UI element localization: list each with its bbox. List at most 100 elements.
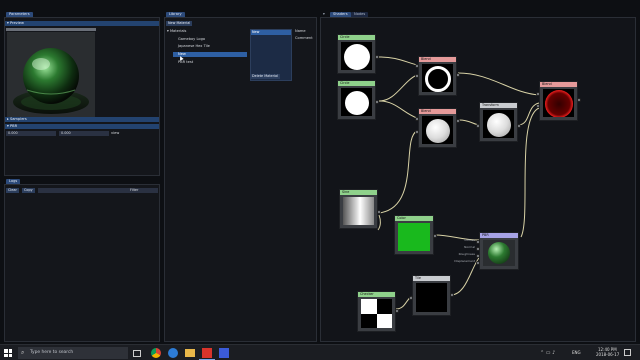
app-red-icon[interactable] — [202, 348, 212, 358]
normal-input-pin[interactable] — [476, 247, 480, 251]
material-preview-image — [7, 32, 95, 118]
node-title: Checker — [358, 292, 395, 297]
transform-node[interactable]: Transform — [476, 102, 521, 142]
node-title: Sine — [340, 190, 377, 195]
pbr-node[interactable]: PBR — [476, 232, 519, 270]
input-pin[interactable] — [476, 124, 480, 128]
name-label: Name — [295, 29, 306, 33]
ring-preview — [425, 66, 451, 92]
input-pin[interactable] — [415, 117, 419, 121]
comment-label: Comment — [295, 36, 313, 40]
output-pin[interactable] — [450, 293, 454, 297]
blend-output-node[interactable]: Blend — [536, 81, 581, 121]
preview-scrollbar[interactable] — [6, 28, 96, 31]
shaded-sphere-preview — [426, 119, 450, 143]
logs-copy-button[interactable]: Copy — [22, 188, 35, 193]
roughness-input-pin[interactable] — [476, 254, 480, 258]
param-value-b[interactable]: 0.000 — [59, 131, 109, 136]
blend-node-2[interactable]: Blend — [415, 108, 460, 148]
logs-filter-input[interactable]: Filter — [38, 188, 158, 193]
node-preview — [422, 116, 453, 144]
file-explorer-icon[interactable] — [185, 349, 195, 357]
checker-cell — [376, 299, 392, 314]
diffuse-input-pin[interactable] — [476, 240, 480, 244]
logs-clear-button[interactable]: Clear — [6, 188, 19, 193]
node-preview — [483, 110, 514, 138]
output-pin[interactable] — [375, 100, 379, 104]
pin-label-normal: Normal — [464, 245, 475, 249]
samplers-header[interactable]: ▸ Samplers — [5, 117, 159, 122]
pin-label-diffuse: Diffuse — [464, 238, 475, 242]
start-tile — [4, 353, 8, 357]
preview-header[interactable]: ▾ Preview — [5, 21, 159, 26]
node-title: Tile — [413, 276, 450, 281]
circle-node-1[interactable]: Circle — [337, 34, 379, 74]
windows-start-icon[interactable] — [4, 349, 12, 357]
clock-date[interactable]: 2018-06-17 — [596, 352, 619, 357]
tile-node[interactable]: Tile — [409, 275, 454, 316]
node-title: Blend — [419, 57, 456, 62]
start-tile — [4, 349, 8, 353]
notifications-icon[interactable] — [624, 349, 631, 356]
checker-cell — [361, 313, 377, 328]
param-value-a[interactable]: 0.000 — [6, 131, 56, 136]
output-pin[interactable] — [456, 119, 460, 123]
system-tray-icons[interactable]: ⌃ ▭ ♪ — [540, 350, 555, 356]
pbr-sphere-preview — [488, 242, 510, 264]
input-pin[interactable] — [415, 64, 419, 68]
output-pin[interactable] — [456, 73, 460, 77]
start-tile — [8, 353, 12, 357]
output-pin[interactable] — [375, 55, 379, 59]
white-circle-preview — [344, 44, 370, 70]
app-blue-icon[interactable] — [219, 348, 229, 358]
library-item[interactable]: Gameboy Logo — [178, 37, 205, 42]
view-label: view — [111, 131, 120, 135]
input-pin[interactable] — [536, 104, 540, 108]
white-circle-preview — [345, 91, 369, 115]
start-tile — [8, 349, 12, 353]
color-node[interactable]: Color — [394, 215, 437, 255]
circle-node-2[interactable]: Circle — [337, 80, 379, 120]
output-pin[interactable] — [395, 309, 399, 313]
blend-node-1[interactable]: Blend — [415, 56, 460, 96]
pbr-header-label: PBR — [9, 124, 18, 128]
node-preview — [361, 299, 392, 328]
input-pin[interactable] — [415, 74, 419, 78]
language-indicator[interactable]: ENG — [572, 350, 581, 356]
node-preview — [341, 42, 372, 70]
library-item[interactable]: PBR test — [178, 60, 193, 65]
output-pin[interactable] — [517, 124, 521, 128]
pin-label-displacement: Displacement — [454, 259, 475, 263]
library-item[interactable]: Japanese Hex Tile — [178, 44, 210, 49]
input-pin[interactable] — [409, 296, 413, 300]
delete-material-button[interactable]: Delete Material — [250, 74, 280, 79]
new-material-button[interactable]: New Material — [166, 21, 193, 26]
input-pin[interactable] — [415, 130, 419, 134]
material-list-header: New — [251, 30, 291, 35]
checker-node[interactable]: Checker — [357, 291, 399, 332]
output-pin[interactable] — [577, 98, 581, 102]
pbr-header[interactable]: ▾ PBR — [5, 124, 159, 129]
sine-node[interactable]: Sine — [339, 189, 381, 229]
output-pin[interactable] — [377, 210, 381, 214]
task-view-icon[interactable] — [133, 350, 141, 357]
materials-tree-root[interactable]: ▾ Materials — [167, 29, 186, 34]
library-panel: New Material ▾ Materials Gameboy Logo Ja… — [164, 17, 317, 342]
taskbar-search-box[interactable]: ⌕ Type here to search — [18, 347, 128, 359]
node-preview — [343, 197, 374, 225]
shaded-sphere-preview — [487, 113, 511, 137]
node-preview — [341, 88, 372, 116]
node-title: Transform — [480, 103, 517, 108]
chrome-icon[interactable] — [151, 348, 161, 358]
node-preview — [543, 89, 574, 117]
edge-icon[interactable] — [168, 348, 178, 358]
input-pin[interactable] — [536, 92, 540, 96]
node-title: Circle — [338, 81, 375, 86]
parameters-panel: ▾ Preview ▸ Samplers ▾ PBR 0.000 0.000 v… — [4, 17, 160, 176]
samplers-header-label: Samplers — [9, 117, 27, 121]
displacement-input-pin[interactable] — [476, 261, 480, 265]
node-title: PBR — [480, 233, 518, 238]
node-graph-canvas[interactable]: Circle Circle Blend Blend Transform Blen… — [320, 17, 636, 342]
logs-panel: Clear Copy Filter — [4, 184, 160, 342]
output-pin[interactable] — [433, 234, 437, 238]
